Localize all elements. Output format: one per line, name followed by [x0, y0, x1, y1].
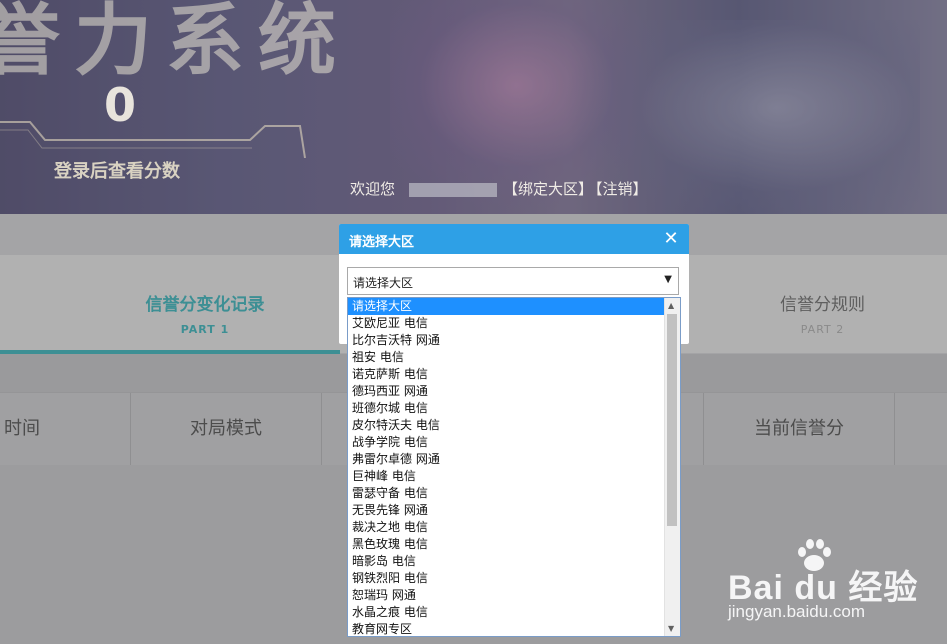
tab-credit-history-part: PART 1 — [180, 323, 230, 336]
scroll-up-arrow-icon[interactable]: ▲ — [668, 301, 674, 310]
scroll-down-arrow-icon[interactable]: ▼ — [668, 624, 674, 633]
region-option[interactable]: 请选择大区 — [348, 298, 665, 315]
region-option[interactable]: 钢铁烈阳 电信 — [348, 570, 665, 587]
active-tab-indicator — [0, 350, 340, 354]
column-header-current-score: 当前信誉分 — [754, 418, 844, 439]
region-option[interactable]: 诺克萨斯 电信 — [348, 366, 665, 383]
tab-credit-history[interactable]: 信誉分变化记录 PART 1 — [130, 290, 280, 336]
region-option[interactable]: 德玛西亚 网通 — [348, 383, 665, 400]
tab-credit-rules[interactable]: 信誉分规则 PART 2 — [750, 290, 895, 336]
logout-link[interactable]: 【注销】 — [595, 180, 648, 198]
tab-credit-history-label: 信誉分变化记录 — [145, 295, 265, 315]
dialog-header: 请选择大区 ✕ — [339, 224, 689, 254]
close-icon[interactable]: ✕ — [661, 229, 681, 249]
dropdown-scrollbar[interactable]: ▲ ▼ — [664, 298, 680, 636]
bind-region-link[interactable]: 【绑定大区】 — [503, 180, 593, 198]
watermark-url: jingyan.baidu.com — [728, 602, 866, 621]
banner: 誉力系统 0 登录后查看分数 欢迎您 【绑定大区】 【注销】 — [0, 0, 947, 214]
region-option[interactable]: 班德尔城 电信 — [348, 400, 665, 417]
region-dropdown-list[interactable]: 请选择大区 艾欧尼亚 电信 比尔吉沃特 网通 祖安 电信 诺克萨斯 电信 德玛西亚 网通班… — [347, 297, 681, 637]
username-redacted — [409, 182, 498, 197]
region-option[interactable]: 皮尔特沃夫 电信 — [348, 417, 665, 434]
tab-credit-rules-label: 信誉分规则 — [780, 295, 865, 315]
region-option[interactable]: 教育网专区 — [348, 621, 665, 636]
region-option[interactable]: 裁决之地 电信 — [348, 519, 665, 536]
region-select[interactable]: 请选择大区 ▼ — [347, 267, 679, 295]
score-frame-ornament — [0, 121, 306, 158]
region-select-value: 请选择大区 — [353, 276, 414, 290]
dropdown-arrow-icon: ▼ — [664, 274, 672, 285]
column-divider — [894, 393, 895, 465]
region-option[interactable]: 无畏先锋 网通 — [348, 502, 665, 519]
region-option[interactable]: 水晶之痕 电信 — [348, 604, 665, 621]
region-option[interactable]: 雷瑟守备 电信 — [348, 485, 665, 502]
region-option[interactable]: 巨神峰 电信 — [348, 468, 665, 485]
banner-title: 誉力系统 — [0, 0, 351, 86]
column-divider — [321, 393, 322, 465]
dialog-title: 请选择大区 — [349, 235, 415, 250]
region-option[interactable]: 黑色玫瑰 电信 — [348, 536, 665, 553]
column-header-match-mode: 对局模式 — [190, 418, 262, 439]
scrollbar-thumb[interactable] — [667, 314, 677, 526]
baidu-paw-icon — [798, 539, 831, 571]
login-to-view-score-text: 登录后查看分数 — [54, 161, 180, 182]
welcome-label: 欢迎您 — [350, 180, 396, 198]
region-option[interactable]: 战争学院 电信 — [348, 434, 665, 451]
region-option[interactable]: 比尔吉沃特 网通 — [348, 332, 665, 349]
region-option[interactable]: 艾欧尼亚 电信 — [348, 315, 665, 332]
column-header-time: 时间 — [4, 418, 40, 439]
tab-credit-rules-part: PART 2 — [800, 323, 845, 336]
region-option[interactable]: 弗雷尔卓德 网通 — [348, 451, 665, 468]
region-option[interactable]: 祖安 电信 — [348, 349, 665, 366]
region-option[interactable]: 恕瑞玛 网通 — [348, 587, 665, 604]
welcome-bar: 欢迎您 【绑定大区】 【注销】 — [350, 178, 648, 199]
region-option[interactable]: 暗影岛 电信 — [348, 553, 665, 570]
